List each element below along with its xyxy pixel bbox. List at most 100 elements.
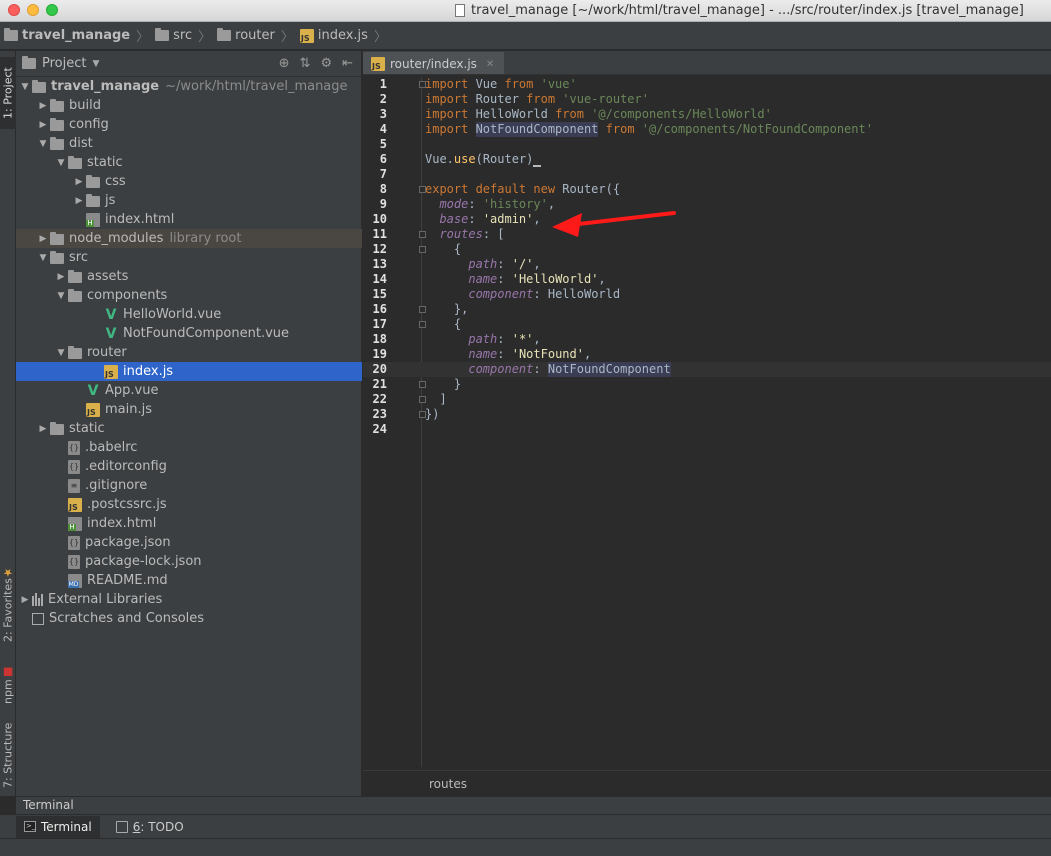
code-line[interactable]: 21 } (363, 377, 1051, 392)
tree-item[interactable]: {} .editorconfig (16, 457, 362, 476)
settings-gear-icon[interactable]: ⚙ (320, 56, 332, 71)
chevron-right-icon[interactable]: ▶ (36, 424, 50, 434)
tab-todo[interactable]: 6: TODO (108, 816, 192, 838)
tree-item[interactable]: README.md (16, 571, 362, 590)
code-line[interactable]: 2 import Router from 'vue-router' (363, 92, 1051, 107)
code-line[interactable]: 9 mode: 'history', (363, 197, 1051, 212)
tree-item[interactable]: ▶ build (16, 96, 362, 115)
tree-item[interactable]: ▶ node_modules library root (16, 229, 362, 248)
code-line[interactable]: 13 path: '/', (363, 257, 1051, 272)
chevron-down-icon[interactable]: ▼ (36, 139, 50, 149)
fold-marker-icon[interactable] (419, 381, 426, 388)
chevron-down-icon[interactable]: ▼ (18, 82, 32, 92)
tree-item[interactable]: ▼ router (16, 343, 362, 362)
code-line[interactable]: 15 component: HelloWorld (363, 287, 1051, 302)
fold-marker-icon[interactable] (419, 186, 426, 193)
code-line[interactable]: 19 name: 'NotFound', (363, 347, 1051, 362)
tree-item[interactable]: ▼ components (16, 286, 362, 305)
tree-item[interactable]: {} package-lock.json (16, 552, 362, 571)
code-line[interactable]: 8 export default new Router({ (363, 182, 1051, 197)
breadcrumb-item-project[interactable]: travel_manage (4, 28, 130, 43)
code-line[interactable]: 4 import NotFoundComponent from '@/compon… (363, 122, 1051, 137)
code-line[interactable]: 14 name: 'HelloWorld', (363, 272, 1051, 287)
chevron-right-icon[interactable]: ▶ (36, 101, 50, 111)
code-line[interactable]: 6 Vue. use (Router) _ (363, 152, 1051, 167)
hide-panel-icon[interactable]: ⇤ (342, 56, 353, 71)
chevron-right-icon[interactable]: ▶ (36, 120, 50, 130)
tree-item[interactable]: index.html (16, 514, 362, 533)
fold-marker-icon[interactable] (419, 396, 426, 403)
code-line[interactable]: 3 import HelloWorld from '@/components/He… (363, 107, 1051, 122)
project-view-selector[interactable]: Project (42, 56, 86, 71)
code-line[interactable]: 22 ] (363, 392, 1051, 407)
tree-item[interactable]: {} package.json (16, 533, 362, 552)
collapse-all-icon[interactable]: ⇅ (300, 56, 311, 71)
tree-item[interactable]: ▶ js (16, 191, 362, 210)
code-line[interactable]: 1 import Vue from 'vue' (363, 77, 1051, 92)
tree-item[interactable]: ▼ src (16, 248, 362, 267)
code-line[interactable]: 24 (363, 422, 1051, 437)
tab-favorites[interactable]: 2: Favorites ★ (0, 563, 16, 645)
code-line[interactable]: 7 (363, 167, 1051, 182)
code-line[interactable]: 12 { (363, 242, 1051, 257)
tree-item[interactable]: ≡ .gitignore (16, 476, 362, 495)
code-line[interactable]: 5 (363, 137, 1051, 152)
fold-marker-icon[interactable] (419, 246, 426, 253)
editor-tab-index-js[interactable]: JS router/index.js ✕ (363, 52, 505, 74)
chevron-right-icon[interactable]: ▶ (54, 272, 68, 282)
tree-item[interactable]: ▼ static (16, 153, 362, 172)
tree-item[interactable]: index.html (16, 210, 362, 229)
tree-item[interactable]: ▶ config (16, 115, 362, 134)
tree-item[interactable]: ▶ assets (16, 267, 362, 286)
locate-file-icon[interactable]: ⊕ (279, 56, 290, 71)
minimize-window-button[interactable] (27, 4, 39, 16)
chevron-right-icon[interactable]: ▶ (72, 177, 86, 187)
tab-terminal[interactable]: >_ Terminal (16, 815, 100, 838)
editor-breadcrumb-status[interactable]: routes (363, 770, 1051, 796)
tree-item[interactable]: ▶ static (16, 419, 362, 438)
tree-item[interactable]: ▶ External Libraries (16, 590, 362, 609)
code-area[interactable]: 1 import Vue from 'vue' 2 import Router fro… (363, 77, 1051, 437)
chevron-down-icon[interactable]: ▼ (36, 253, 50, 263)
tree-item[interactable]: JS index.js (16, 362, 362, 381)
code-line[interactable]: 20 component: NotFoundComponent (363, 362, 1051, 377)
fold-marker-icon[interactable] (419, 81, 426, 88)
tab-npm[interactable]: npm ■ (0, 661, 16, 709)
chevron-down-icon[interactable]: ▼ (54, 158, 68, 168)
fold-marker-icon[interactable] (419, 321, 426, 328)
chevron-right-icon[interactable]: ▶ (36, 234, 50, 244)
fold-marker-icon[interactable] (419, 231, 426, 238)
close-tab-icon[interactable]: ✕ (486, 59, 494, 70)
tree-item[interactable]: ▼ travel_manage ~/work/html/travel_manage (16, 77, 362, 96)
code-line[interactable]: 10 base: 'admin', (363, 212, 1051, 227)
tree-item[interactable]: ▶ css (16, 172, 362, 191)
close-window-button[interactable] (8, 4, 20, 16)
tree-item[interactable]: V App.vue (16, 381, 362, 400)
fold-marker-icon[interactable] (419, 411, 426, 418)
chevron-down-icon[interactable]: ▼ (54, 348, 68, 358)
chevron-right-icon[interactable]: ▶ (72, 196, 86, 206)
breadcrumb-item-src[interactable]: src (155, 28, 192, 43)
tab-project[interactable]: 1: Project (0, 57, 16, 129)
maximize-window-button[interactable] (46, 4, 58, 16)
tree-item[interactable]: ▼ dist (16, 134, 362, 153)
tree-item[interactable]: {} .babelrc (16, 438, 362, 457)
breadcrumb-item-file[interactable]: JS index.js (299, 28, 368, 43)
tree-item[interactable]: V NotFoundComponent.vue (16, 324, 362, 343)
chevron-down-icon[interactable]: ▼ (92, 59, 99, 69)
tree-item[interactable]: JS main.js (16, 400, 362, 419)
breadcrumb-item-router[interactable]: router (217, 28, 275, 43)
code-line[interactable]: 11 routes: [ (363, 227, 1051, 242)
code-line[interactable]: 18 path: '*', (363, 332, 1051, 347)
tree-item[interactable]: Scratches and Consoles (16, 609, 362, 628)
code-gutter (401, 167, 425, 182)
code-line[interactable]: 16 }, (363, 302, 1051, 317)
code-line[interactable]: 17 { (363, 317, 1051, 332)
fold-marker-icon[interactable] (419, 306, 426, 313)
code-line[interactable]: 23}) (363, 407, 1051, 422)
tree-item[interactable]: JS .postcssrc.js (16, 495, 362, 514)
tree-item[interactable]: V HelloWorld.vue (16, 305, 362, 324)
chevron-down-icon[interactable]: ▼ (54, 291, 68, 301)
chevron-right-icon[interactable]: ▶ (18, 595, 32, 605)
tab-structure[interactable]: 7: Structure (0, 719, 16, 791)
